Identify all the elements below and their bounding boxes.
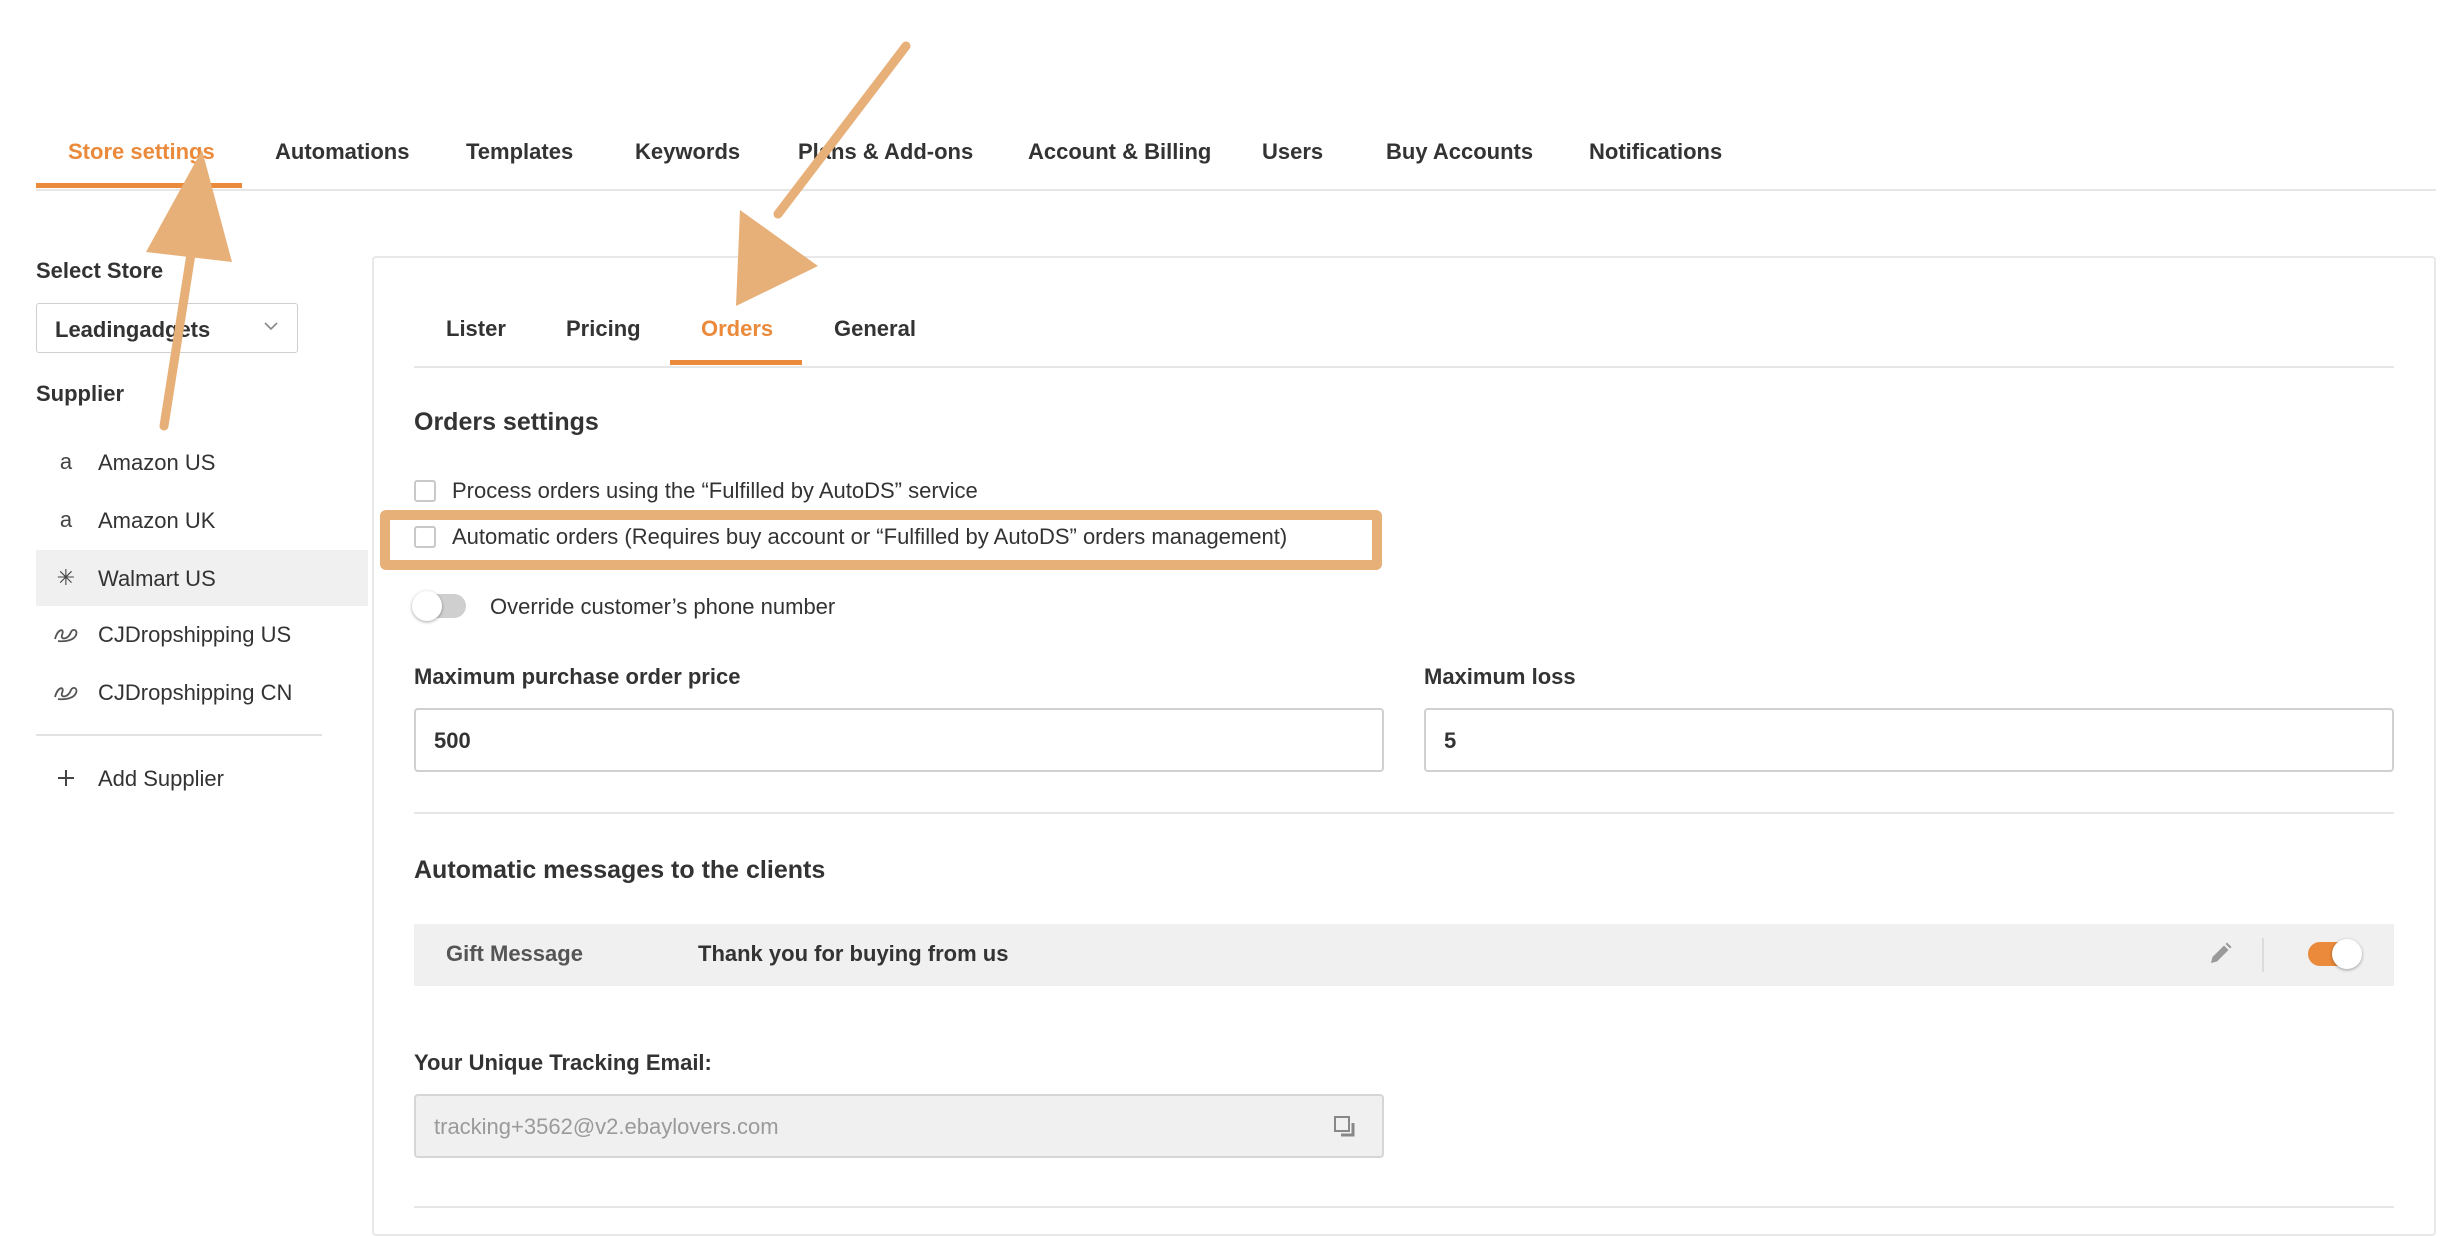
store-select-value: Leadingadgets [55, 317, 211, 342]
active-subtab-indicator [670, 360, 802, 365]
annotation-arrow-store-settings [146, 150, 232, 431]
max-purchase-value: 500 [434, 728, 471, 753]
supplier-item-cjdropshipping-cn[interactable]: CJDropshipping CN [36, 664, 368, 720]
orders-settings-title: Orders settings [414, 408, 599, 436]
tracking-email-label: Your Unique Tracking Email: [414, 1050, 712, 1075]
top-nav: Store settings Automations Templates Key… [36, 120, 2436, 191]
add-supplier-button[interactable]: Add Supplier [36, 750, 368, 806]
supplier-item-amazon-uk[interactable]: a Amazon UK [36, 492, 368, 548]
gift-message-row: Gift Message Thank you for buying from u… [414, 924, 2394, 986]
toggle-knob [2332, 939, 2362, 969]
tab-templates[interactable]: Templates [466, 120, 573, 189]
supplier-item-label: CJDropshipping US [98, 622, 292, 647]
supplier-item-label: Amazon UK [98, 508, 216, 533]
max-loss-label: Maximum loss [1424, 664, 1576, 689]
fulfilled-by-autods-checkbox[interactable] [414, 480, 436, 502]
subtab-lister[interactable]: Lister [446, 300, 506, 358]
gift-message-toggle[interactable] [2308, 939, 2362, 969]
max-purchase-label: Maximum purchase order price [414, 664, 741, 689]
max-purchase-input[interactable]: 500 [414, 708, 1384, 772]
tab-buy-accounts[interactable]: Buy Accounts [1386, 120, 1533, 189]
tracking-email-field[interactable]: tracking+3562@v2.ebaylovers.com [414, 1094, 1384, 1158]
subtab-general[interactable]: General [834, 300, 916, 358]
tab-account-billing[interactable]: Account & Billing [1028, 120, 1211, 189]
amazon-icon: a [59, 449, 73, 474]
supplier-item-label: Amazon US [98, 450, 216, 475]
chevron-down-icon [264, 322, 278, 331]
cjdropshipping-icon [52, 622, 80, 646]
pencil-icon[interactable] [2206, 940, 2234, 968]
tracking-email-value: tracking+3562@v2.ebaylovers.com [434, 1114, 779, 1139]
tab-notifications[interactable]: Notifications [1589, 120, 1722, 189]
amazon-icon: a [59, 507, 73, 532]
supplier-label: Supplier [36, 381, 125, 406]
section-divider [414, 812, 2394, 814]
tab-users[interactable]: Users [1262, 120, 1323, 189]
supplier-item-amazon-us[interactable]: a Amazon US [36, 434, 368, 490]
gift-message-text: Thank you for buying from us [698, 941, 1009, 966]
settings-subtabs: Lister Pricing Orders General [414, 300, 2394, 368]
override-phone-label: Override customer’s phone number [490, 594, 836, 619]
section-divider [414, 1206, 2394, 1208]
max-loss-input[interactable]: 5 [1424, 708, 2394, 772]
gift-message-name: Gift Message [446, 941, 583, 966]
fulfilled-by-autods-label: Process orders using the “Fulfilled by A… [452, 478, 978, 503]
tab-store-settings[interactable]: Store settings [68, 120, 215, 189]
annotation-highlight-box [380, 510, 1382, 570]
walmart-icon: ✳ [56, 565, 76, 590]
active-tab-indicator [36, 183, 242, 188]
sidebar-divider [36, 734, 322, 736]
supplier-item-label: CJDropshipping CN [98, 680, 293, 705]
toggle-knob [412, 591, 442, 621]
tab-plans-addons[interactable]: Plans & Add-ons [798, 120, 973, 189]
supplier-item-label: Walmart US [98, 566, 216, 591]
select-store-label: Select Store [36, 258, 164, 283]
row-separator [2262, 938, 2264, 972]
store-select[interactable]: Leadingadgets [36, 303, 298, 353]
tab-automations[interactable]: Automations [275, 120, 409, 189]
max-loss-value: 5 [1444, 728, 1457, 753]
automatic-messages-title: Automatic messages to the clients [414, 856, 826, 884]
subtab-orders[interactable]: Orders [701, 300, 773, 358]
subtab-pricing[interactable]: Pricing [566, 300, 641, 358]
copy-icon[interactable] [1332, 1114, 1358, 1140]
supplier-item-walmart-us[interactable]: ✳ Walmart US [36, 550, 368, 606]
plus-icon [52, 766, 80, 790]
add-supplier-label: Add Supplier [98, 766, 224, 791]
tab-keywords[interactable]: Keywords [635, 120, 740, 189]
override-phone-toggle[interactable] [412, 591, 466, 621]
cjdropshipping-icon [52, 680, 80, 704]
supplier-item-cjdropshipping-us[interactable]: CJDropshipping US [36, 606, 368, 662]
